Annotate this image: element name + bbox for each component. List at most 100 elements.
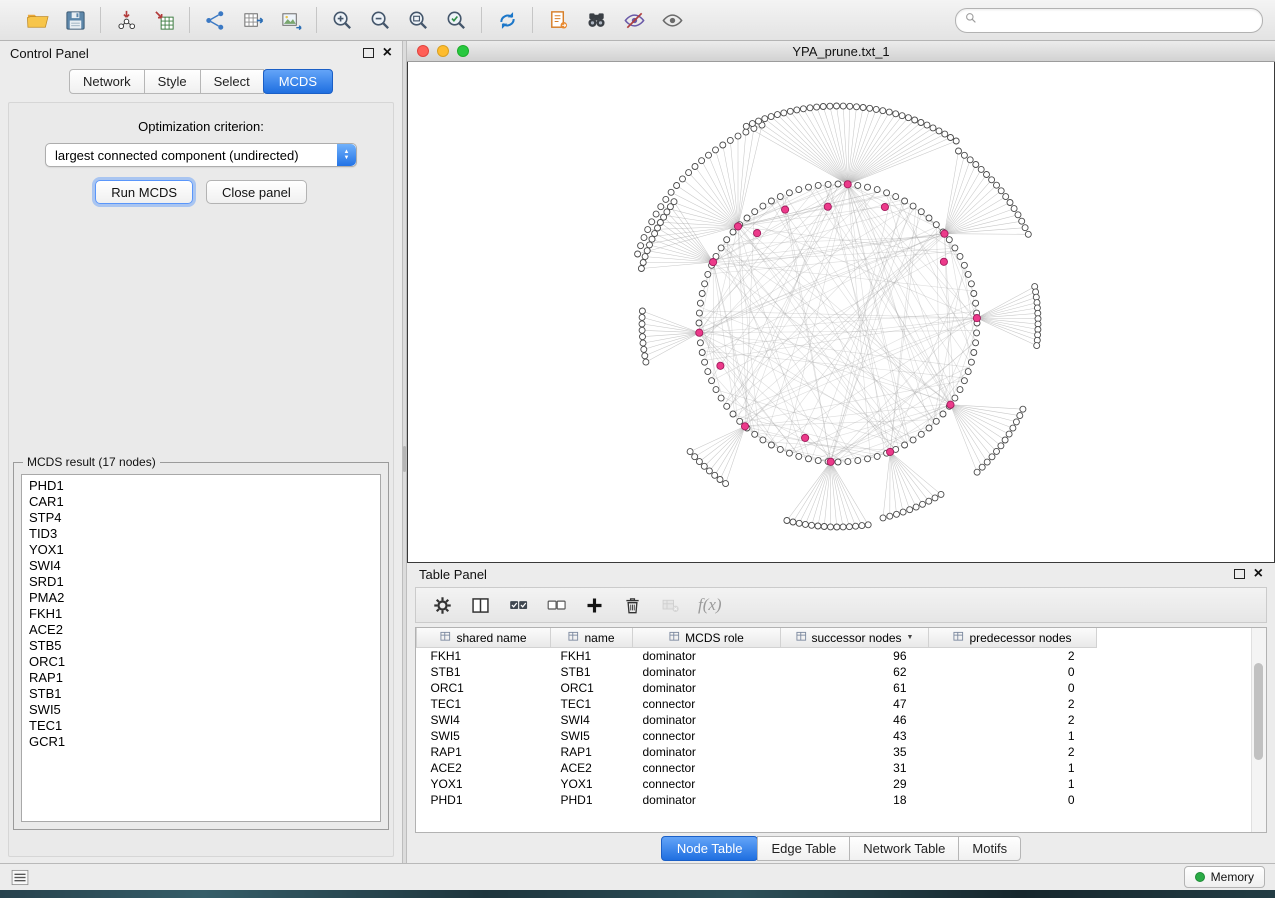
graph-node[interactable]	[1003, 194, 1009, 200]
graph-node[interactable]	[649, 236, 655, 242]
table-row[interactable]: FKH1FKH1dominator962	[417, 648, 1097, 665]
graph-node[interactable]	[942, 131, 948, 137]
mcds-result-list[interactable]: PHD1CAR1STP4TID3YOX1SWI4SRD1PMA2FKH1ACE2…	[21, 474, 381, 822]
dominator-node[interactable]	[887, 448, 894, 455]
graph-node[interactable]	[961, 152, 967, 158]
mcds-result-item[interactable]: PHD1	[29, 478, 380, 494]
deselect-all-icon[interactable]	[546, 595, 567, 616]
graph-node[interactable]	[786, 450, 792, 456]
table-scrollbar[interactable]	[1251, 628, 1266, 832]
graph-node[interactable]	[796, 520, 802, 526]
graph-node[interactable]	[663, 196, 669, 202]
graph-node[interactable]	[705, 271, 711, 277]
window-maximize-icon[interactable]	[457, 45, 469, 57]
graph-node[interactable]	[926, 498, 932, 504]
graph-node[interactable]	[639, 314, 645, 320]
graph-node[interactable]	[796, 453, 802, 459]
search-input[interactable]	[983, 12, 1254, 28]
graph-node[interactable]	[643, 359, 649, 365]
zoom-fit-button[interactable]	[403, 6, 433, 34]
graph-node[interactable]	[702, 281, 708, 287]
graph-node[interactable]	[998, 443, 1004, 449]
dominator-node[interactable]	[717, 362, 724, 369]
dominator-node[interactable]	[710, 259, 717, 266]
graph-node[interactable]	[974, 330, 980, 336]
refresh-button[interactable]	[492, 6, 522, 34]
graph-node[interactable]	[1025, 231, 1031, 237]
graph-node[interactable]	[687, 449, 693, 455]
graph-node[interactable]	[880, 108, 886, 114]
graph-node[interactable]	[973, 300, 979, 306]
column-header-mcds-role[interactable]: MCDS role	[633, 628, 781, 648]
tab-mcds[interactable]: MCDS	[263, 69, 333, 94]
export-table-button[interactable]	[238, 6, 268, 34]
dominator-node[interactable]	[782, 206, 789, 213]
graph-node[interactable]	[699, 158, 705, 164]
graph-node[interactable]	[998, 188, 1004, 194]
graph-node[interactable]	[821, 524, 827, 530]
graph-node[interactable]	[1022, 225, 1028, 231]
graph-node[interactable]	[735, 133, 741, 139]
graph-node[interactable]	[884, 190, 890, 196]
graph-node[interactable]	[644, 248, 650, 254]
tab-edge-table[interactable]: Edge Table	[757, 836, 850, 861]
graph-node[interactable]	[940, 411, 946, 417]
graph-node[interactable]	[840, 524, 846, 530]
dominator-node[interactable]	[973, 315, 980, 322]
graph-node[interactable]	[918, 209, 924, 215]
graph-node[interactable]	[705, 369, 711, 375]
network-canvas[interactable]	[407, 62, 1275, 563]
table-row[interactable]: STB1STB1dominator620	[417, 664, 1097, 680]
graph-node[interactable]	[994, 448, 1000, 454]
mcds-result-item[interactable]: SWI4	[29, 558, 380, 574]
graph-node[interactable]	[706, 468, 712, 474]
dominator-node[interactable]	[754, 230, 761, 237]
graph-node[interactable]	[984, 459, 990, 465]
graph-node[interactable]	[1002, 437, 1008, 443]
graph-node[interactable]	[887, 513, 893, 519]
graph-node[interactable]	[956, 148, 962, 154]
graph-node[interactable]	[886, 109, 892, 115]
graph-node[interactable]	[674, 183, 680, 189]
dominator-node[interactable]	[827, 458, 834, 465]
graph-node[interactable]	[639, 308, 645, 314]
graph-node[interactable]	[1017, 413, 1023, 419]
graph-node[interactable]	[961, 378, 967, 384]
table-row[interactable]: SWI4SWI4dominator462	[417, 712, 1097, 728]
dominator-node[interactable]	[741, 423, 748, 430]
graph-node[interactable]	[768, 198, 774, 204]
mcds-result-item[interactable]: STP4	[29, 510, 380, 526]
table-row[interactable]: ORC1ORC1dominator610	[417, 680, 1097, 696]
graph-node[interactable]	[1006, 431, 1012, 437]
float-table-panel-icon[interactable]	[1234, 569, 1245, 579]
graph-node[interactable]	[912, 117, 918, 123]
close-panel-icon[interactable]: ×	[383, 47, 392, 59]
graph-node[interactable]	[855, 182, 861, 188]
graph-node[interactable]	[696, 320, 702, 326]
graph-node[interactable]	[635, 251, 641, 257]
dominator-node[interactable]	[881, 203, 888, 210]
graph-node[interactable]	[865, 456, 871, 462]
graph-node[interactable]	[965, 271, 971, 277]
graph-node[interactable]	[880, 515, 886, 521]
graph-node[interactable]	[713, 387, 719, 393]
graph-node[interactable]	[743, 129, 749, 135]
splitter-handle[interactable]	[403, 446, 406, 472]
window-minimize-icon[interactable]	[437, 45, 449, 57]
column-header-name[interactable]: name	[551, 628, 633, 648]
graph-node[interactable]	[768, 442, 774, 448]
graph-node[interactable]	[902, 442, 908, 448]
select-all-icon[interactable]	[508, 595, 529, 616]
graph-node[interactable]	[723, 481, 729, 487]
window-close-icon[interactable]	[417, 45, 429, 57]
graph-node[interactable]	[953, 138, 959, 144]
graph-node[interactable]	[961, 262, 967, 268]
graph-node[interactable]	[809, 522, 815, 528]
graph-node[interactable]	[815, 523, 821, 529]
graph-node[interactable]	[847, 103, 853, 109]
mcds-result-item[interactable]: YOX1	[29, 542, 380, 558]
dominator-node[interactable]	[947, 401, 954, 408]
graph-node[interactable]	[699, 350, 705, 356]
clone-network-button[interactable]	[543, 6, 573, 34]
tab-network-table[interactable]: Network Table	[849, 836, 959, 861]
